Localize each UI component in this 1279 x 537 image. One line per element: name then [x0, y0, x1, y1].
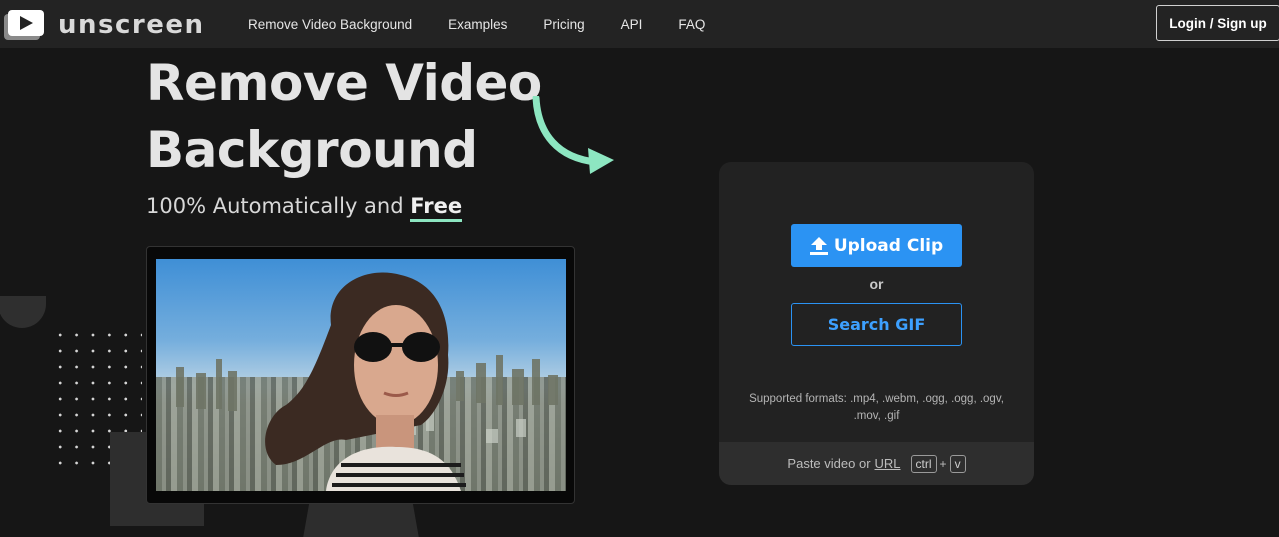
- upload-clip-label: Upload Clip: [833, 235, 944, 256]
- curved-arrow-icon: [532, 96, 614, 174]
- ctrl-key: ctrl: [910, 454, 937, 473]
- hero-title-line-1: Remove Video: [146, 54, 542, 112]
- paste-video-bar: Paste video or URL ctrl + v: [719, 442, 1034, 485]
- hero-title-line-2: Background: [146, 121, 478, 179]
- demo-video-frame: [156, 259, 566, 491]
- monitor-stand: [302, 504, 420, 537]
- nav-link-examples[interactable]: Examples: [448, 17, 507, 32]
- nav-link-api[interactable]: API: [621, 17, 643, 32]
- hero-subtitle: 100% Automatically and Free: [146, 194, 463, 222]
- paste-video-text: Paste video or: [787, 456, 871, 471]
- upload-clip-button[interactable]: Upload Clip: [791, 224, 962, 267]
- paste-url-link[interactable]: URL: [875, 456, 901, 471]
- key-plus: +: [939, 456, 947, 471]
- upload-icon: [809, 236, 828, 255]
- decorative-half-circle: [0, 296, 46, 328]
- nav-link-pricing[interactable]: Pricing: [543, 17, 584, 32]
- login-signup-button[interactable]: Login / Sign up: [1156, 5, 1279, 41]
- play-icon: [4, 8, 46, 42]
- v-key: v: [949, 454, 966, 473]
- or-separator: or: [869, 276, 884, 292]
- hero-subtitle-free: Free: [410, 194, 463, 222]
- person-silhouette: [265, 272, 466, 491]
- nav-link-faq[interactable]: FAQ: [678, 17, 705, 32]
- hero-subtitle-text: 100% Automatically and: [146, 194, 411, 218]
- hero-title: Remove Video Background: [146, 50, 542, 184]
- brand-logo[interactable]: unscreen: [4, 8, 205, 42]
- supported-formats-text: Supported formats: .mp4, .webm, .ogg, .o…: [749, 393, 1004, 422]
- nav-links: Remove Video Background Examples Pricing…: [248, 0, 741, 48]
- top-navbar: unscreen Remove Video Background Example…: [0, 0, 1279, 48]
- nav-link-remove-video-background[interactable]: Remove Video Background: [248, 17, 412, 32]
- brand-name: unscreen: [58, 10, 205, 40]
- demo-video-monitor: [146, 246, 575, 504]
- search-gif-button[interactable]: Search GIF: [791, 303, 962, 346]
- upload-card: Upload Clip or Search GIF Supported form…: [719, 162, 1034, 485]
